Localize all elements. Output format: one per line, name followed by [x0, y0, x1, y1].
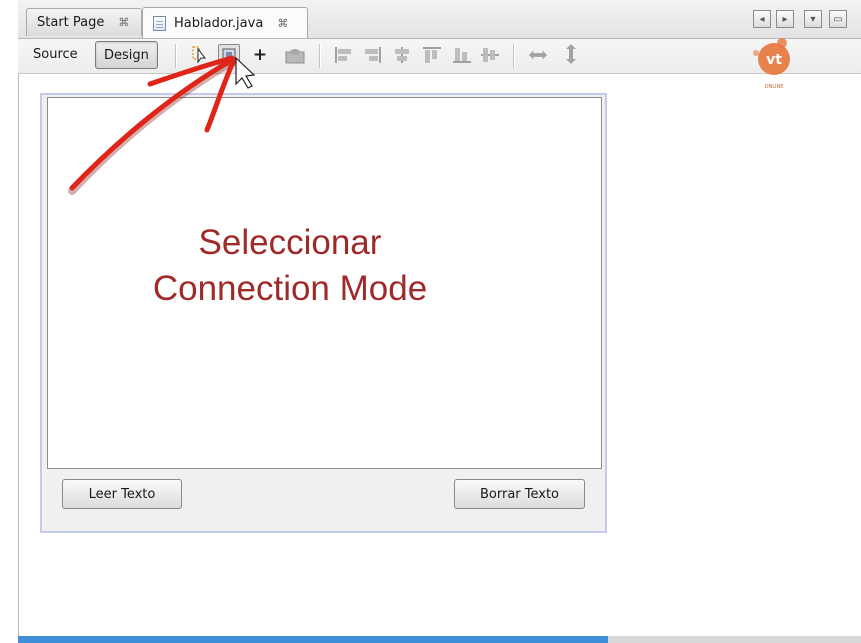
progress-fill	[18, 636, 608, 643]
mouse-cursor-icon	[235, 56, 256, 89]
annotation-arrow	[68, 55, 256, 195]
